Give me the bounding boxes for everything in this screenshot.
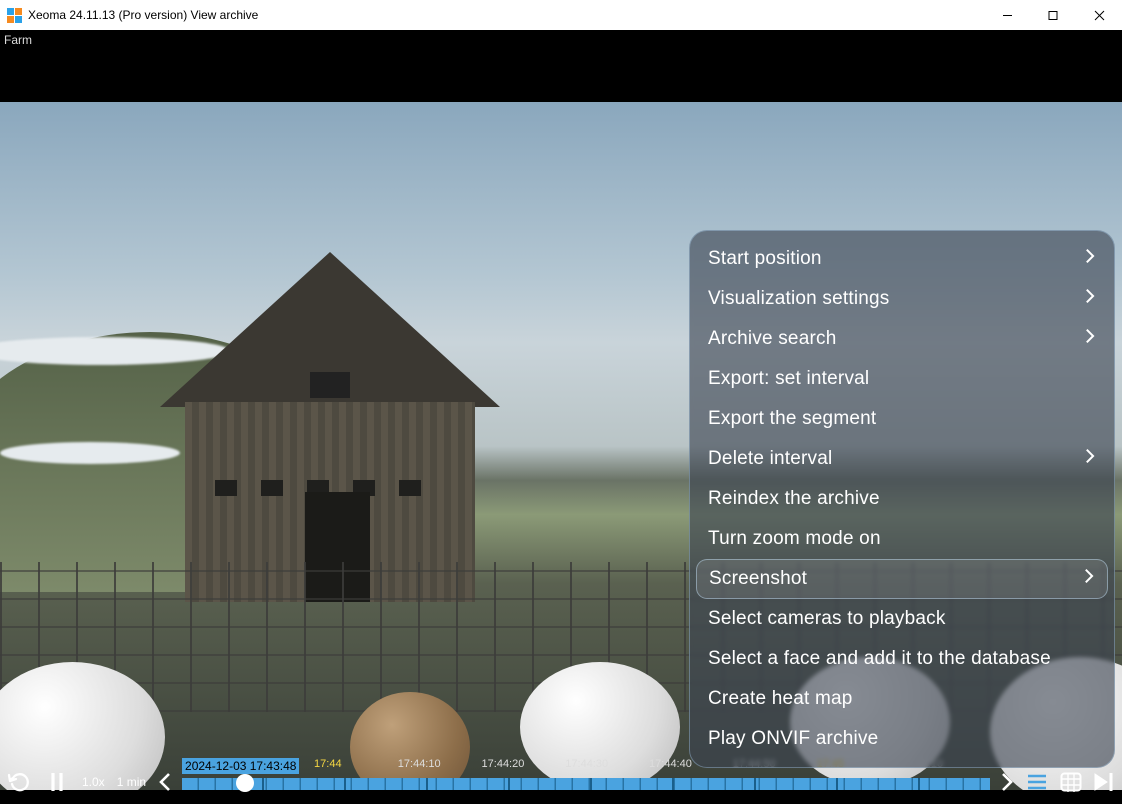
menu-item-label: Export: set interval	[708, 368, 869, 390]
menu-item-label: Select cameras to playback	[708, 608, 946, 630]
window-maximize-button[interactable]	[1030, 0, 1076, 30]
menu-item[interactable]: Create heat map	[690, 679, 1114, 719]
back-button[interactable]	[0, 762, 38, 802]
chevron-right-icon	[1083, 247, 1096, 271]
menu-item-label: Screenshot	[709, 568, 807, 590]
timeline-track[interactable]	[182, 778, 990, 790]
menu-item-label: Select a face and add it to the database	[708, 648, 1051, 670]
menu-item-label: Delete interval	[708, 448, 832, 470]
window-titlebar: Xeoma 24.11.13 (Pro version) View archiv…	[0, 0, 1122, 30]
menu-item-label: Visualization settings	[708, 288, 890, 310]
window-minimize-button[interactable]	[984, 0, 1030, 30]
menu-item-label: Reindex the archive	[708, 488, 880, 510]
playback-speed[interactable]: 1.0x	[76, 775, 111, 789]
tick-label: 17:44:20	[482, 758, 566, 770]
menu-item-label: Export the segment	[708, 408, 876, 430]
menu-item[interactable]: Visualization settings	[690, 279, 1114, 319]
menu-item[interactable]: Reindex the archive	[690, 479, 1114, 519]
menu-item[interactable]: Play ONVIF archive	[690, 719, 1114, 759]
playhead[interactable]	[236, 774, 254, 792]
menu-item[interactable]: Select a face and add it to the database	[690, 639, 1114, 679]
tick-label: 17:44	[314, 758, 398, 770]
menu-item[interactable]: Screenshot	[696, 559, 1108, 599]
menu-item-label: Turn zoom mode on	[708, 528, 881, 550]
timeline-scale[interactable]: 1 min	[111, 775, 152, 789]
app-icon	[6, 7, 22, 23]
timeline-next-button[interactable]	[994, 762, 1020, 802]
window-title: Xeoma 24.11.13 (Pro version) View archiv…	[28, 8, 258, 22]
menu-item[interactable]: Select cameras to playback	[690, 599, 1114, 639]
chevron-right-icon	[1082, 567, 1095, 591]
datetime-label: 2024-12-03 17:43:48	[182, 758, 299, 774]
menu-item-label: Archive search	[708, 328, 836, 350]
archive-context-menu: Start position Visualization settings Arch…	[689, 230, 1115, 768]
menu-item-label: Start position	[708, 248, 822, 270]
chevron-right-icon	[1083, 287, 1096, 311]
calendar-button[interactable]	[1054, 762, 1088, 802]
menu-item[interactable]: Turn zoom mode on	[690, 519, 1114, 559]
tick-label: 17:44:30	[565, 758, 649, 770]
timeline-list-button[interactable]	[1020, 762, 1054, 802]
tick-label: 17:44:10	[398, 758, 482, 770]
menu-item[interactable]: Export: set interval	[690, 359, 1114, 399]
window-close-button[interactable]	[1076, 0, 1122, 30]
menu-item[interactable]: Export the segment	[690, 399, 1114, 439]
camera-name-label: Farm	[4, 33, 32, 47]
skip-to-end-button[interactable]	[1088, 762, 1122, 802]
menu-item[interactable]: Delete interval	[690, 439, 1114, 479]
menu-item-label: Play ONVIF archive	[708, 728, 878, 750]
chevron-right-icon	[1083, 327, 1096, 351]
chevron-right-icon	[1083, 447, 1096, 471]
pause-button[interactable]	[38, 762, 76, 802]
menu-item-label: Create heat map	[708, 688, 853, 710]
menu-item[interactable]: Archive search	[690, 319, 1114, 359]
timeline-prev-button[interactable]	[152, 762, 178, 802]
menu-item[interactable]: Start position	[690, 239, 1114, 279]
archive-viewer: Farm Start position Visualization setting…	[0, 30, 1122, 804]
